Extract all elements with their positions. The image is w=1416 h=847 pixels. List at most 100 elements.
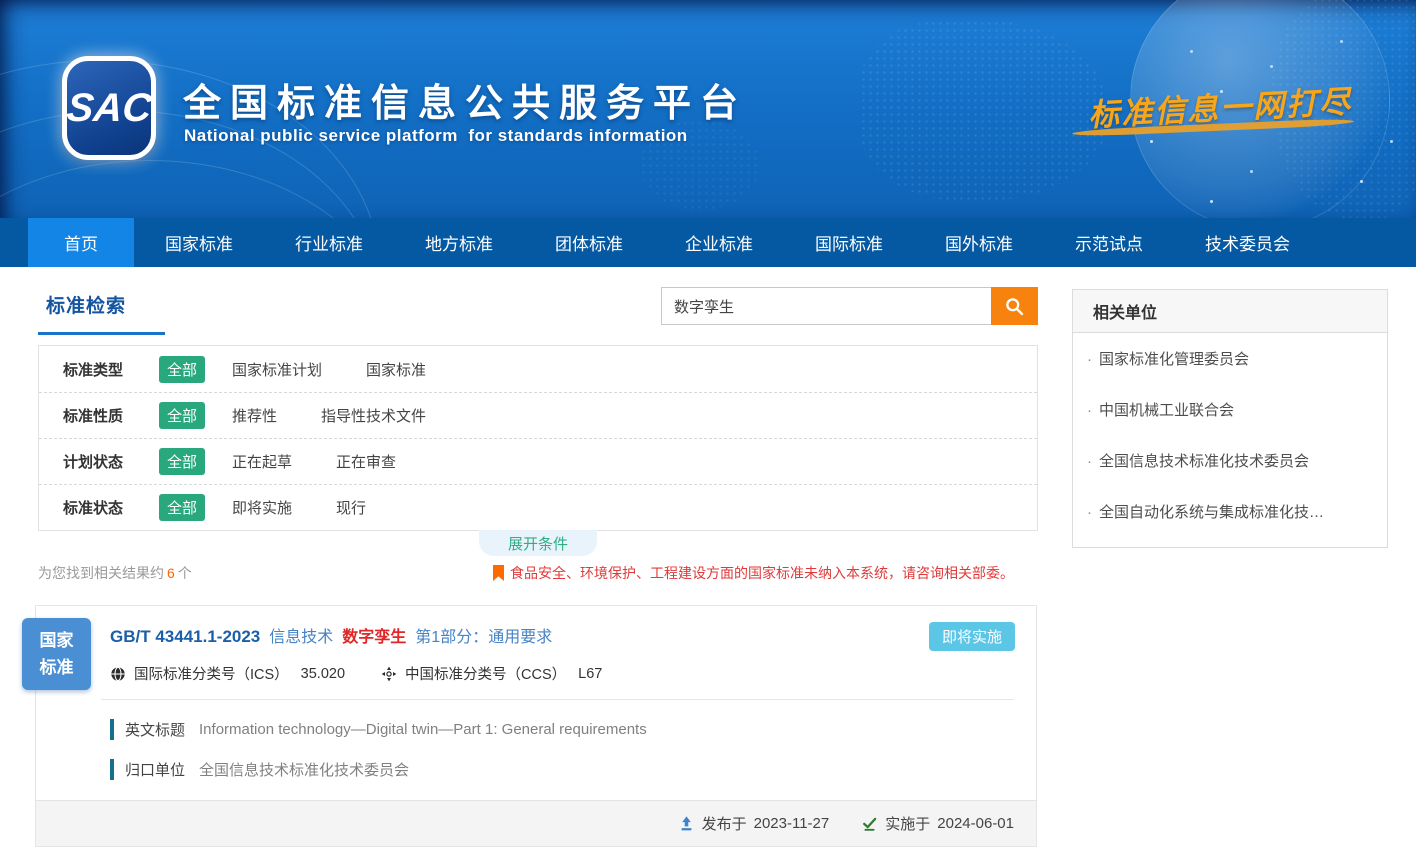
- publish-icon: [678, 815, 695, 832]
- sidebar-item-samr[interactable]: · 国家标准化管理委员会: [1073, 333, 1387, 384]
- nav-tab-group-standards[interactable]: 团体标准: [524, 218, 654, 267]
- english-title-value: Information technology—Digital twin—Part…: [199, 721, 647, 738]
- search-group: [661, 287, 1038, 325]
- standard-result-card: 国家 标准 即将实施 GB/T 43441.1-2023 信息技术 数字孪生 第…: [35, 605, 1037, 847]
- site-header: SAC 全国标准信息公共服务平台 National public service…: [0, 0, 1416, 218]
- nav-tab-foreign-standards[interactable]: 国外标准: [914, 218, 1044, 267]
- search-icon: [1004, 296, 1025, 317]
- check-icon: [861, 815, 878, 832]
- site-title: 全国标准信息公共服务平台: [183, 72, 747, 127]
- bullet: ·: [1087, 351, 1092, 368]
- filter-panel: 标准类型 全部 国家标准计划 国家标准 标准性质 全部 推荐性 指导性技术文件 …: [38, 345, 1038, 531]
- filter-option[interactable]: 国家标准: [366, 359, 426, 380]
- bullet: ·: [1087, 453, 1092, 470]
- classification-row: 国际标准分类号（ICS） 35.020 中国标准分类号（CCS） L67: [110, 663, 1016, 684]
- search-input[interactable]: [661, 287, 991, 325]
- ics-label: 国际标准分类号（ICS）: [134, 663, 289, 684]
- related-units-title: 相关单位: [1073, 290, 1387, 333]
- type-badge-line1: 国家: [22, 627, 91, 654]
- nav-tab-home[interactable]: 首页: [28, 218, 134, 267]
- filter-option[interactable]: 指导性技术文件: [321, 405, 426, 426]
- filter-row-standard-status: 标准状态 全部 即将实施 现行: [39, 484, 1037, 530]
- search-section: 标准检索: [38, 285, 1038, 337]
- filter-row-standard-type: 标准类型 全部 国家标准计划 国家标准: [39, 346, 1037, 392]
- ccs-value: L67: [578, 666, 602, 682]
- card-main: GB/T 43441.1-2023 信息技术 数字孪生 第1部分：通用要求 国际…: [36, 606, 1036, 800]
- filter-label: 标准类型: [63, 359, 159, 380]
- filter-option[interactable]: 正在起草: [232, 451, 292, 472]
- nav-tab-pilot-demonstration[interactable]: 示范试点: [1044, 218, 1174, 267]
- site-subtitle: National public service platform for sta…: [184, 126, 688, 146]
- publish-label: 发布于: [702, 813, 747, 834]
- sidebar-item-automation-committee[interactable]: · 全国自动化系统与集成标准化技…: [1073, 486, 1387, 537]
- filter-all-badge[interactable]: 全部: [159, 448, 205, 475]
- result-count-prefix: 为您找到相关结果约: [38, 565, 164, 581]
- sac-logo-text: SAC: [64, 86, 153, 131]
- notice-text: 食品安全、环境保护、工程建设方面的国家标准未纳入本系统，请咨询相关部委。: [510, 563, 1014, 583]
- filter-label: 计划状态: [63, 451, 159, 472]
- bookmark-icon: [492, 565, 505, 581]
- sac-logo[interactable]: SAC: [62, 56, 156, 160]
- nav-tab-enterprise-standards[interactable]: 企业标准: [654, 218, 784, 267]
- filter-option[interactable]: 推荐性: [232, 405, 277, 426]
- sidebar-item-machinery-federation[interactable]: ·中国机械工业联合会: [1073, 384, 1387, 435]
- english-title-row: 英文标题 Information technology—Digital twin…: [110, 719, 1016, 740]
- filter-row-standard-nature: 标准性质 全部 推荐性 指导性技术文件: [39, 392, 1037, 438]
- ccs-label: 中国标准分类号（CCS）: [405, 663, 566, 684]
- filter-option[interactable]: 正在审查: [336, 451, 396, 472]
- nav-tab-international-standards[interactable]: 国际标准: [784, 218, 914, 267]
- implement-date: 2024-06-01: [937, 815, 1014, 832]
- sidebar-item-label: 国家标准化管理委员会: [1099, 351, 1249, 368]
- filter-all-badge[interactable]: 全部: [159, 494, 205, 521]
- filter-option[interactable]: 国家标准计划: [232, 359, 322, 380]
- dept-value: 全国信息技术标准化技术委员会: [199, 759, 409, 780]
- filter-option[interactable]: 即将实施: [232, 497, 292, 518]
- implement-date-item: 实施于 2024-06-01: [861, 813, 1014, 834]
- filter-label: 标准状态: [63, 497, 159, 518]
- implement-label: 实施于: [885, 813, 930, 834]
- card-footer: 发布于 2023-11-27 实施于 2024-06-01: [36, 800, 1036, 846]
- filter-option[interactable]: 现行: [336, 497, 366, 518]
- sidebar-item-label: 中国机械工业联合会: [1099, 402, 1234, 419]
- standard-title-part1[interactable]: 信息技术: [269, 623, 333, 647]
- worldmap-dots-decoration: [860, 20, 1110, 200]
- result-count-number: 6: [164, 565, 178, 581]
- result-count-suffix: 个: [178, 565, 192, 581]
- nav-tab-industry-standards[interactable]: 行业标准: [264, 218, 394, 267]
- filter-row-plan-status: 计划状态 全部 正在起草 正在审查: [39, 438, 1037, 484]
- teal-bar-decoration: [110, 759, 114, 780]
- filter-label: 标准性质: [63, 405, 159, 426]
- filter-all-badge[interactable]: 全部: [159, 356, 205, 383]
- main-nav: 首页 国家标准 行业标准 地方标准 团体标准 企业标准 国际标准 国外标准 示范…: [0, 218, 1416, 267]
- nav-tab-local-standards[interactable]: 地方标准: [394, 218, 524, 267]
- nav-tab-technical-committee[interactable]: 技术委员会: [1174, 218, 1321, 267]
- result-summary-row: 为您找到相关结果约6个 食品安全、环境保护、工程建设方面的国家标准未纳入本系统，…: [38, 563, 1038, 583]
- page-title: 标准检索: [38, 285, 165, 335]
- result-count: 为您找到相关结果约6个: [38, 563, 192, 583]
- status-badge: 即将实施: [929, 622, 1015, 651]
- ics-value: 35.020: [301, 666, 345, 682]
- compass-icon: [381, 666, 397, 682]
- standard-type-badge[interactable]: 国家 标准: [22, 618, 91, 690]
- standard-title-link[interactable]: GB/T 43441.1-2023 信息技术 数字孪生 第1部分：通用要求: [110, 623, 1016, 647]
- sidebar-item-label: 全国自动化系统与集成标准化技…: [1099, 504, 1324, 521]
- search-button[interactable]: [991, 287, 1038, 325]
- expand-conditions-button[interactable]: 展开条件: [479, 530, 597, 556]
- ics-classification: 国际标准分类号（ICS） 35.020: [110, 663, 345, 684]
- sidebar-item-label: 全国信息技术标准化技术委员会: [1099, 453, 1309, 470]
- nav-tab-national-standards[interactable]: 国家标准: [134, 218, 264, 267]
- bullet: ·: [1087, 504, 1092, 521]
- standard-title-highlight[interactable]: 数字孪生: [342, 623, 406, 647]
- english-title-label: 英文标题: [125, 719, 185, 740]
- filter-all-badge[interactable]: 全部: [159, 402, 205, 429]
- expand-conditions-wrap: 展开条件: [38, 530, 1038, 556]
- dept-label: 归口单位: [125, 759, 185, 780]
- globe-dots-decoration: [1190, 50, 1193, 53]
- sidebar-item-it-standards-committee[interactable]: · 全国信息技术标准化技术委员会: [1073, 435, 1387, 486]
- standard-title-part2[interactable]: 第1部分：通用要求: [415, 623, 552, 647]
- card-divider: [101, 699, 1014, 700]
- standard-code[interactable]: GB/T 43441.1-2023: [110, 627, 260, 647]
- globe-icon: [110, 666, 126, 682]
- system-notice: 食品安全、环境保护、工程建设方面的国家标准未纳入本系统，请咨询相关部委。: [492, 563, 1014, 583]
- type-badge-line2: 标准: [22, 654, 91, 681]
